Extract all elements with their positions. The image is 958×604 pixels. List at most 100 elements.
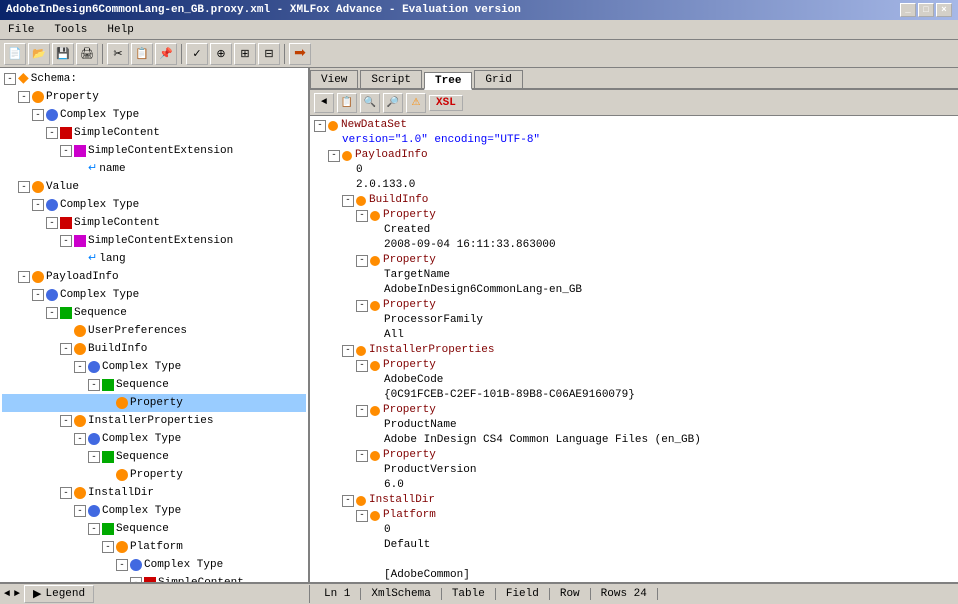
rtb-left-button[interactable]: ◄ bbox=[314, 93, 334, 113]
scroll-right-btn[interactable]: ► bbox=[14, 589, 20, 600]
tree-node-sequence2[interactable]: - Sequence bbox=[2, 376, 306, 394]
tab-script[interactable]: Script bbox=[360, 70, 422, 88]
tab-view[interactable]: View bbox=[310, 70, 358, 88]
expand-newdataset[interactable]: - bbox=[314, 120, 326, 132]
expand-seq4[interactable]: - bbox=[88, 523, 100, 535]
expand-installerprops-xml[interactable]: - bbox=[342, 345, 354, 357]
save-button[interactable]: 💾 bbox=[52, 43, 74, 65]
expand-payloadinfo[interactable]: - bbox=[18, 271, 30, 283]
expand-ext2[interactable]: - bbox=[60, 235, 72, 247]
tree-node-payloadinfo[interactable]: - PayloadInfo bbox=[2, 268, 306, 286]
legend-button[interactable]: ▶ Legend bbox=[24, 585, 94, 603]
expand-property1[interactable]: - bbox=[18, 91, 30, 103]
validate-button[interactable]: ✓ bbox=[186, 43, 208, 65]
expand-complex2[interactable]: - bbox=[32, 199, 44, 211]
new-button[interactable]: 📄 bbox=[4, 43, 26, 65]
tree-node-platform[interactable]: - Platform bbox=[2, 538, 306, 556]
tree-node-extension1[interactable]: - SimpleContentExtension bbox=[2, 142, 306, 160]
expand-seq2[interactable]: - bbox=[88, 379, 100, 391]
tree-node-installdir[interactable]: - InstallDir bbox=[2, 484, 306, 502]
tree-node-complex7[interactable]: - Complex Type bbox=[2, 556, 306, 574]
expand-ext1[interactable]: - bbox=[60, 145, 72, 157]
rtb-warn-button[interactable]: ⚠ bbox=[406, 93, 426, 113]
expand-prop-processorfamily[interactable]: - bbox=[356, 300, 368, 312]
close-button[interactable]: × bbox=[936, 3, 952, 17]
tree-node-userprefs[interactable]: UserPreferences bbox=[2, 322, 306, 340]
expand-buildinfo[interactable]: - bbox=[60, 343, 72, 355]
maximize-button[interactable]: □ bbox=[918, 3, 934, 17]
tree-node-complex4[interactable]: - Complex Type bbox=[2, 358, 306, 376]
menu-file[interactable]: File bbox=[4, 23, 38, 37]
menu-help[interactable]: Help bbox=[103, 23, 137, 37]
tree-node-complex2[interactable]: - Complex Type bbox=[2, 196, 306, 214]
expand-complex1[interactable]: - bbox=[32, 109, 44, 121]
collapse-button[interactable]: ⊟ bbox=[258, 43, 280, 65]
rtb-copy-button[interactable]: 📋 bbox=[337, 93, 357, 113]
xml-content-area[interactable]: - NewDataSet version="1.0" encoding="UTF… bbox=[310, 116, 958, 582]
expand-complex7[interactable]: - bbox=[116, 559, 128, 571]
expand-prop-productname[interactable]: - bbox=[356, 405, 368, 417]
rtb-search2-button[interactable]: 🔎 bbox=[383, 93, 403, 113]
expand-schema[interactable]: - bbox=[4, 73, 16, 85]
expand-prop-targetname[interactable]: - bbox=[356, 255, 368, 267]
tree-node-sequence4[interactable]: - Sequence bbox=[2, 520, 306, 538]
tree-node-simplecontent1[interactable]: - SimpleContent bbox=[2, 124, 306, 142]
tree-node-sequence1[interactable]: - Sequence bbox=[2, 304, 306, 322]
expand-sc2[interactable]: - bbox=[46, 217, 58, 229]
paste-button[interactable]: 📌 bbox=[155, 43, 177, 65]
expand-buildinfo-xml[interactable]: - bbox=[342, 195, 354, 207]
tree-node-extension2[interactable]: - SimpleContentExtension bbox=[2, 232, 306, 250]
tree-node-sequence3[interactable]: - Sequence bbox=[2, 448, 306, 466]
expand-complex3[interactable]: - bbox=[32, 289, 44, 301]
tab-grid[interactable]: Grid bbox=[474, 70, 522, 88]
tree-node-property3[interactable]: Property bbox=[2, 466, 306, 484]
check-button[interactable]: ⊕ bbox=[210, 43, 232, 65]
expand-complex6[interactable]: - bbox=[74, 505, 86, 517]
tree-node-complex5[interactable]: - Complex Type bbox=[2, 430, 306, 448]
tab-tree[interactable]: Tree bbox=[424, 72, 472, 90]
tree-node-property2[interactable]: Property bbox=[2, 394, 306, 412]
expand-installdir[interactable]: - bbox=[60, 487, 72, 499]
expand-complex5[interactable]: - bbox=[74, 433, 86, 445]
expand-prop-adobecode[interactable]: - bbox=[356, 360, 368, 372]
expand-value[interactable]: - bbox=[18, 181, 30, 193]
navigate-button[interactable]: ➡ bbox=[289, 43, 311, 65]
tree-node-simplecontent2[interactable]: - SimpleContent bbox=[2, 214, 306, 232]
expand-installdir-xml[interactable]: - bbox=[342, 495, 354, 507]
rtb-xsl-button[interactable]: XSL bbox=[429, 95, 463, 111]
open-button[interactable]: 📂 bbox=[28, 43, 50, 65]
menu-tools[interactable]: Tools bbox=[50, 23, 91, 37]
window-controls[interactable]: _ □ × bbox=[900, 3, 952, 17]
print-button[interactable]: 🖨 bbox=[76, 43, 98, 65]
tree-node-buildinfo[interactable]: - BuildInfo bbox=[2, 340, 306, 358]
expand-installerprops[interactable]: - bbox=[60, 415, 72, 427]
tree-node-lang[interactable]: ↵ lang bbox=[2, 250, 306, 268]
tree-node-complex1[interactable]: - Complex Type bbox=[2, 106, 306, 124]
expand-seq3[interactable]: - bbox=[88, 451, 100, 463]
tree-node-value[interactable]: - Value bbox=[2, 178, 306, 196]
minimize-button[interactable]: _ bbox=[900, 3, 916, 17]
expand-seq1[interactable]: - bbox=[46, 307, 58, 319]
tree-node-installerprops[interactable]: - InstallerProperties bbox=[2, 412, 306, 430]
tree-node-property1[interactable]: - Property bbox=[2, 88, 306, 106]
expand-sc1[interactable]: - bbox=[46, 127, 58, 139]
tree-node-complex3[interactable]: - Complex Type bbox=[2, 286, 306, 304]
tree-node-schema[interactable]: - ◆ Schema: bbox=[2, 70, 306, 88]
tree-node-complex6[interactable]: - Complex Type bbox=[2, 502, 306, 520]
schema-tree[interactable]: - ◆ Schema: - Property - Complex Type bbox=[0, 68, 308, 582]
tree-node-simplecontent3[interactable]: - SimpleContent bbox=[2, 574, 306, 582]
copy-button[interactable]: 📋 bbox=[131, 43, 153, 65]
scroll-left-btn[interactable]: ◄ bbox=[4, 589, 10, 600]
rtb-search-button[interactable]: 🔍 bbox=[360, 93, 380, 113]
expand-button[interactable]: ⊞ bbox=[234, 43, 256, 65]
expand-platform[interactable]: - bbox=[102, 541, 114, 553]
cut-button[interactable]: ✂ bbox=[107, 43, 129, 65]
expand-complex4[interactable]: - bbox=[74, 361, 86, 373]
expand-prop-created[interactable]: - bbox=[356, 210, 368, 222]
expand-payloadinfo-xml[interactable]: - bbox=[328, 150, 340, 162]
expand-sc3[interactable]: - bbox=[130, 577, 142, 582]
expand-prop-productversion[interactable]: - bbox=[356, 450, 368, 462]
data-version: 2.0.133.0 bbox=[356, 178, 415, 193]
tree-node-name1[interactable]: ↵ name bbox=[2, 160, 306, 178]
expand-platform-xml[interactable]: - bbox=[356, 510, 368, 522]
